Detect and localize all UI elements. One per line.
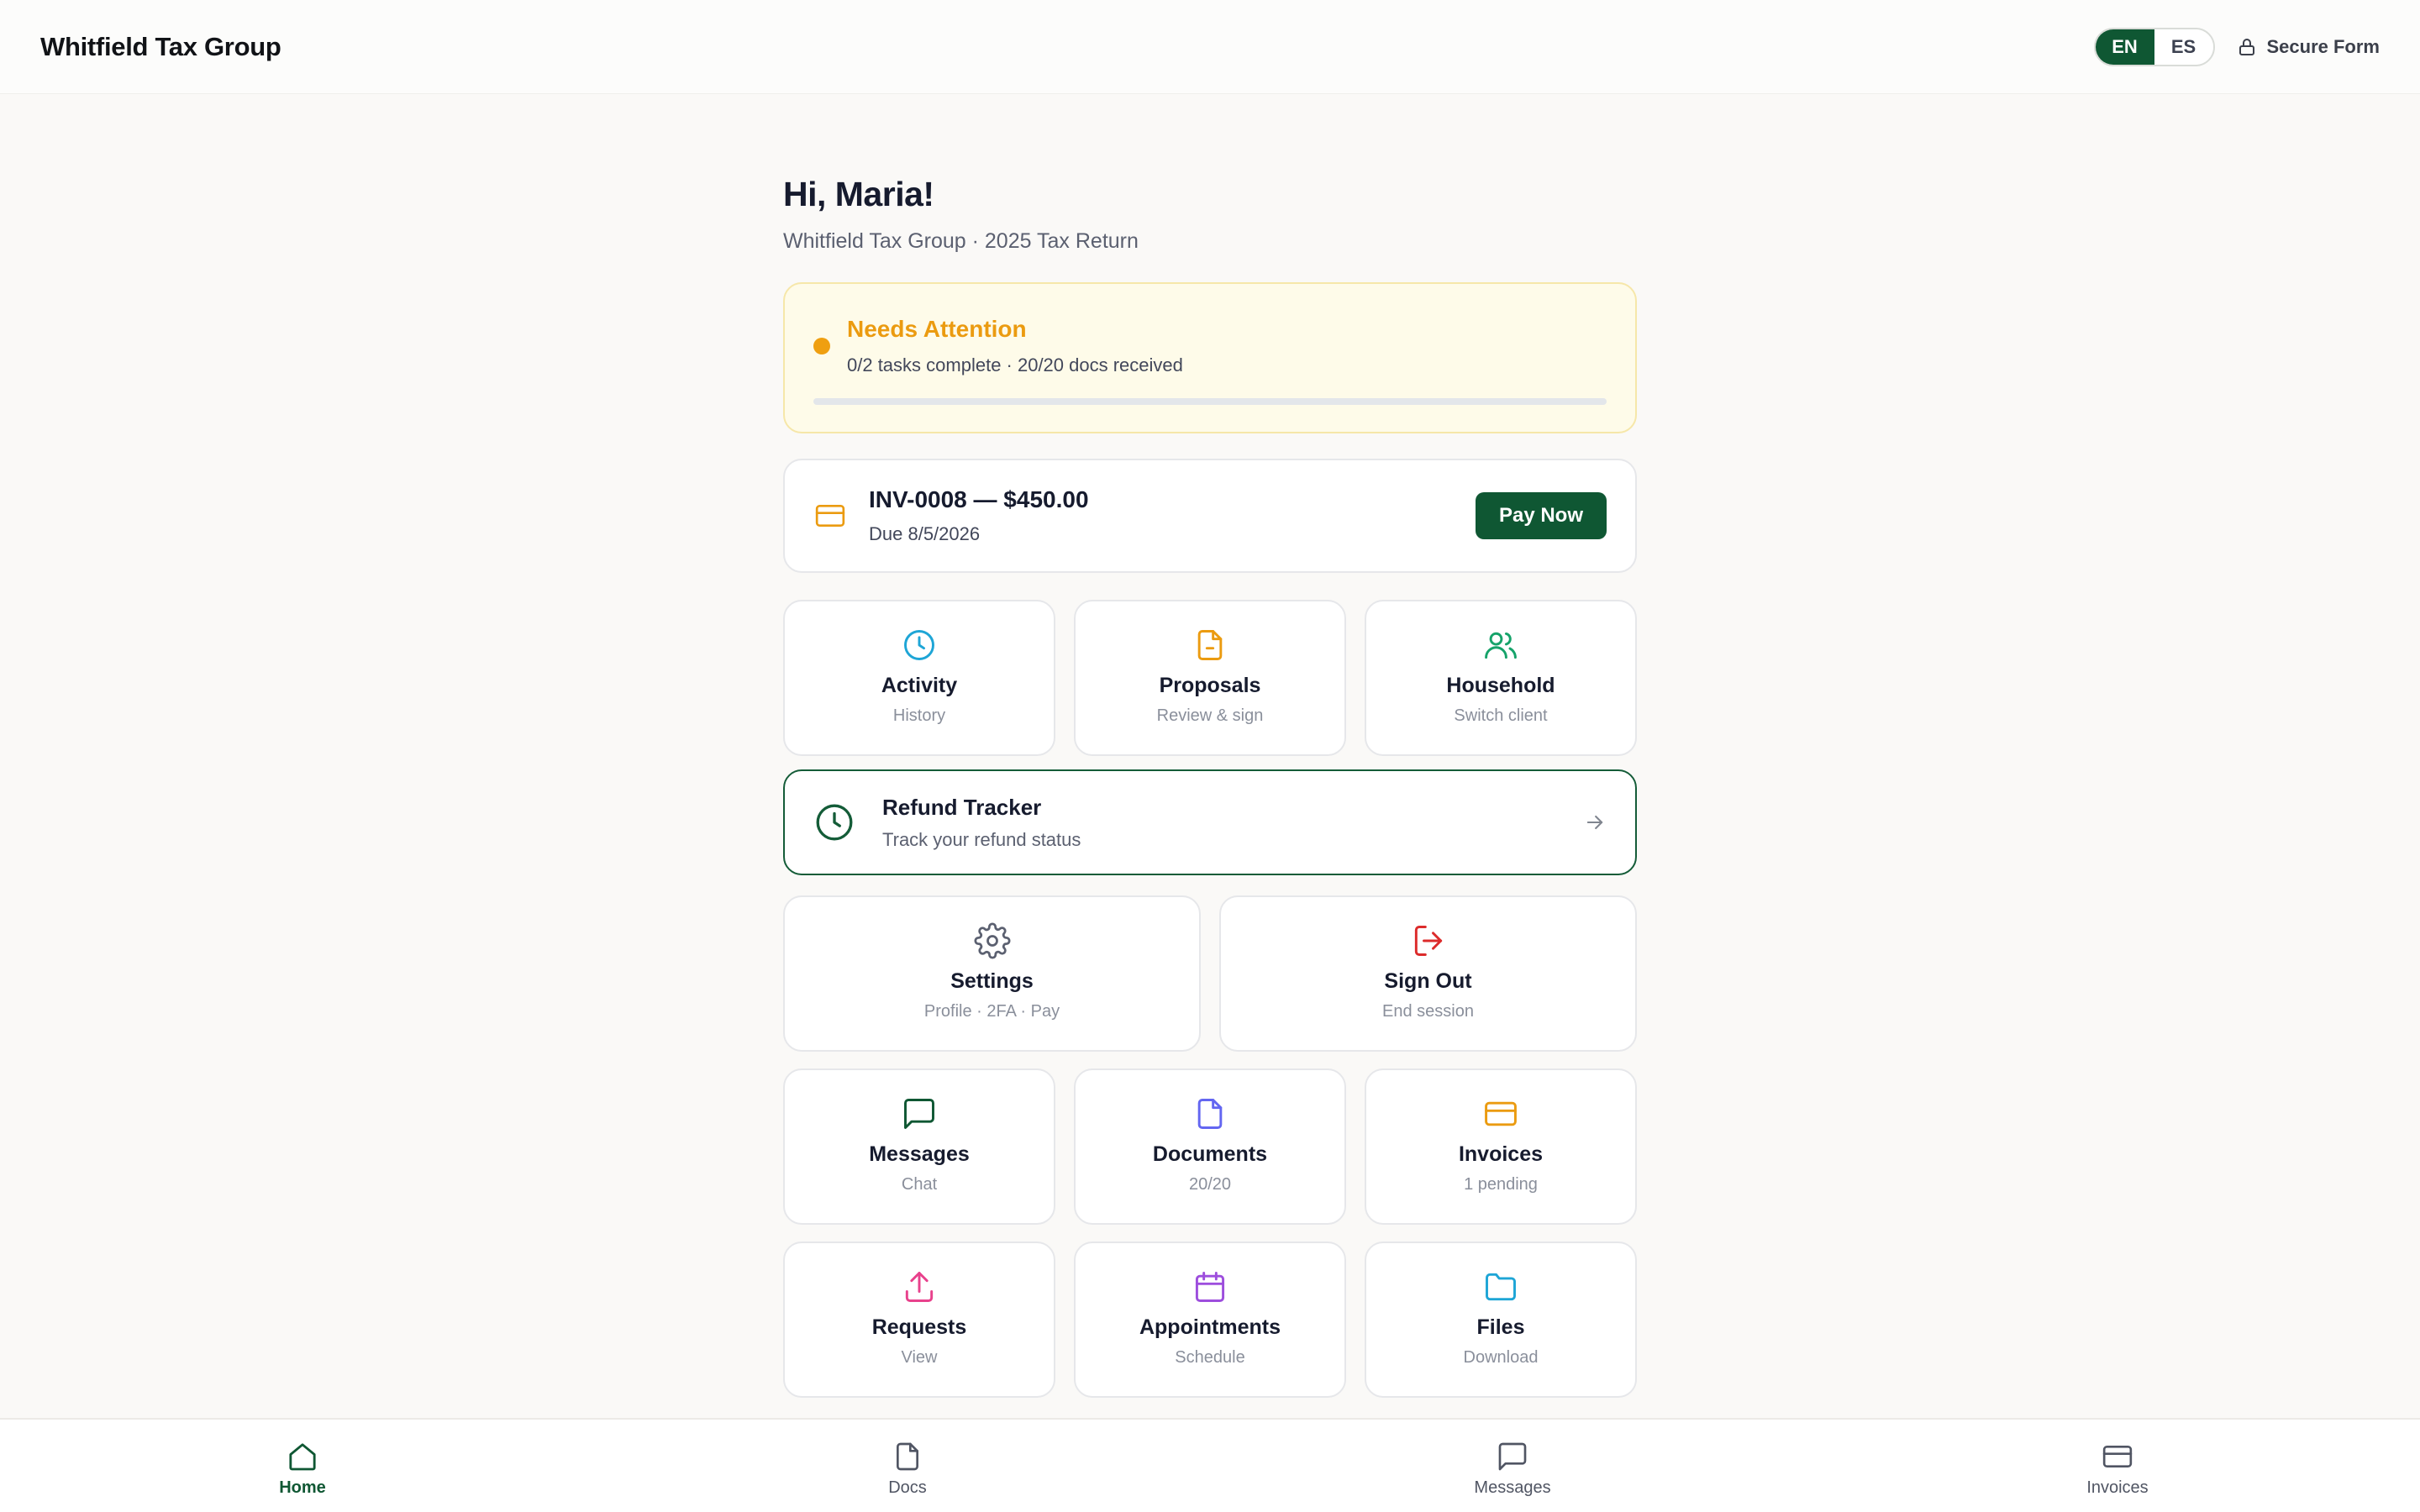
quick-links-row-4: Requests View Appointments Schedule File… [783, 1242, 1637, 1398]
document-icon [1197, 630, 1223, 660]
quick-links-row-3: Messages Chat Documents 20/20 Invoices 1… [783, 1068, 1637, 1225]
bottom-nav: Home Docs Messages Invoices [0, 1418, 2420, 1512]
nav-messages[interactable]: Messages [1445, 1420, 1580, 1512]
quick-links-row-2: Settings Profile · 2FA · Pay Sign Out En… [783, 895, 1637, 1052]
tile-sublabel: View [901, 1348, 938, 1367]
tile-sublabel: 20/20 [1188, 1175, 1232, 1194]
tile-label: Invoices [1458, 1142, 1544, 1166]
nav-invoices[interactable]: Invoices [2050, 1420, 2185, 1512]
tile-label: Proposals [1159, 674, 1261, 697]
tile-sublabel: History [892, 706, 946, 725]
tile-sublabel: Download [1463, 1348, 1539, 1367]
tile-label: Activity [881, 674, 958, 697]
tile-files[interactable]: Files Download [1365, 1242, 1637, 1398]
refund-subtitle: Track your refund status [882, 828, 1081, 850]
nav-home[interactable]: Home [235, 1420, 370, 1512]
header-actions: EN ES Secure Form [2093, 27, 2381, 66]
tile-label: Documents [1152, 1142, 1268, 1166]
nav-label: Invoices [2086, 1478, 2149, 1497]
tile-label: Files [1476, 1315, 1525, 1339]
top-header: Whitfield Tax Group EN ES Secure Form [0, 0, 2420, 94]
refund-text: Refund Tracker Track your refund status [882, 795, 1583, 851]
tile-activity[interactable]: Activity History [783, 600, 1055, 756]
credit-card-icon [1485, 1101, 1517, 1126]
document-icon [1197, 1099, 1223, 1129]
secure-form-label: Secure Form [2266, 35, 2381, 57]
tile-household[interactable]: Household Switch client [1365, 600, 1637, 756]
tile-requests[interactable]: Requests View [783, 1242, 1055, 1398]
brand-name: Whitfield Tax Group [40, 31, 281, 61]
nav-label: Docs [888, 1478, 927, 1497]
tile-label: Sign Out [1384, 969, 1472, 993]
tile-label: Appointments [1139, 1315, 1281, 1339]
arrow-right-icon [1586, 815, 1603, 830]
needs-attention-card: Needs Attention 0/2 tasks complete · 20/… [783, 282, 1637, 433]
tile-documents[interactable]: Documents 20/20 [1074, 1068, 1346, 1225]
sign-out-icon [1414, 926, 1442, 956]
tile-label: Household [1446, 674, 1555, 697]
refund-title: Refund Tracker [882, 794, 1042, 820]
clock-icon [904, 630, 934, 660]
secure-form-indicator: Secure Form [2237, 35, 2381, 58]
task-progress-bar [813, 398, 1607, 405]
invoice-title: INV-0008 — $450.00 [869, 486, 1089, 512]
lang-es-button[interactable]: ES [2154, 29, 2213, 65]
tile-appointments[interactable]: Appointments Schedule [1074, 1242, 1346, 1398]
tile-label: Settings [950, 969, 1034, 993]
gear-icon [973, 922, 1011, 959]
tile-sublabel: End session [1382, 1002, 1474, 1021]
pay-now-button[interactable]: Pay Now [1475, 492, 1607, 539]
attention-title: Needs Attention [847, 316, 1027, 342]
tile-sublabel: Profile · 2FA · Pay [923, 1002, 1060, 1021]
tile-label: Messages [869, 1142, 970, 1166]
nav-docs[interactable]: Docs [840, 1420, 975, 1512]
greeting-title: Hi, Maria! [783, 175, 934, 213]
greeting-subtitle: Whitfield Tax Group · 2025 Tax Return [783, 229, 1139, 253]
invoice-due-date: Due 8/5/2026 [869, 523, 981, 544]
tile-sublabel: Switch client [1454, 706, 1548, 725]
tile-sign-out[interactable]: Sign Out End session [1219, 895, 1637, 1052]
tile-proposals[interactable]: Proposals Review & sign [1074, 600, 1346, 756]
nav-label: Messages [1474, 1478, 1551, 1497]
calendar-icon [1195, 1272, 1225, 1302]
refund-tracker-card[interactable]: Refund Tracker Track your refund status [783, 769, 1637, 875]
tile-sublabel: 1 pending [1464, 1175, 1538, 1194]
tile-settings[interactable]: Settings Profile · 2FA · Pay [783, 895, 1201, 1052]
home-icon [289, 1443, 316, 1471]
lock-icon [2238, 38, 2254, 55]
status-dot [813, 338, 830, 354]
tile-sublabel: Review & sign [1156, 706, 1264, 725]
chat-icon [1498, 1442, 1527, 1471]
users-icon [1485, 632, 1517, 659]
quick-links-row-1: Activity History Proposals Review & sign… [783, 600, 1637, 756]
document-icon [897, 1442, 918, 1471]
tile-invoices[interactable]: Invoices 1 pending [1365, 1068, 1637, 1225]
language-toggle: EN ES [2093, 27, 2215, 66]
invoice-text: INV-0008 — $450.00 Due 8/5/2026 [869, 486, 1476, 545]
credit-card-icon [815, 505, 845, 527]
dashboard-main: Hi, Maria! Whitfield Tax Group · 2025 Ta… [783, 94, 1637, 1398]
invoice-card: INV-0008 — $450.00 Due 8/5/2026 Pay Now [783, 459, 1637, 573]
tile-label: Requests [871, 1315, 967, 1339]
tile-sublabel: Chat [901, 1175, 938, 1194]
credit-card-icon [2102, 1446, 2133, 1467]
nav-label: Home [279, 1478, 326, 1497]
folder-icon [1486, 1273, 1516, 1301]
tile-sublabel: Schedule [1175, 1348, 1245, 1367]
tile-messages[interactable]: Messages Chat [783, 1068, 1055, 1225]
chat-icon [904, 1099, 934, 1129]
lang-en-button[interactable]: EN [2095, 29, 2154, 65]
clock-icon [816, 804, 853, 841]
attention-meta: 0/2 tasks complete · 20/20 docs received [847, 354, 1183, 375]
upload-icon [905, 1272, 934, 1302]
